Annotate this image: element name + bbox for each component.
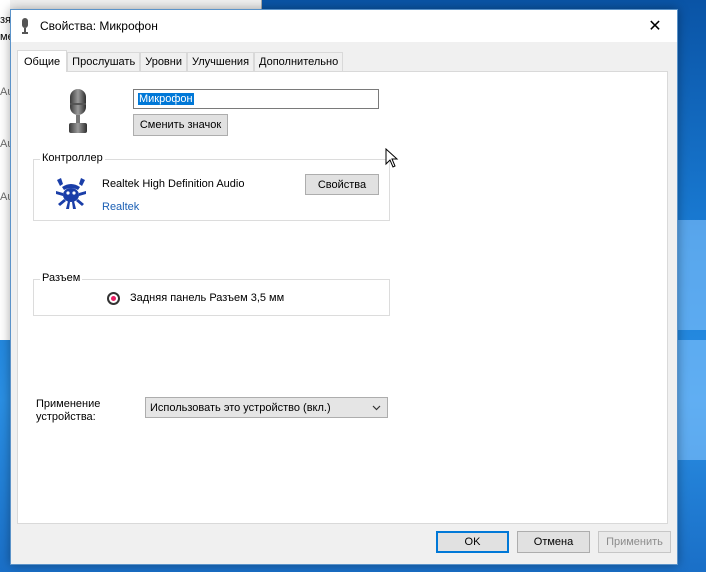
- controller-properties-button[interactable]: Свойства: [305, 174, 379, 195]
- apply-button[interactable]: Применить: [598, 531, 671, 553]
- properties-dialog: Свойства: Микрофон ✕ Общие Прослушать Ур…: [10, 9, 678, 565]
- mouse-cursor-icon: [385, 148, 399, 168]
- jack-label: Задняя панель Разъем 3,5 мм: [130, 292, 285, 304]
- controller-legend: Контроллер: [40, 152, 105, 164]
- tab-strip: Общие Прослушать Уровни Улучшения Дополн…: [17, 50, 344, 72]
- tab-listen[interactable]: Прослушать: [67, 52, 141, 72]
- device-usage-select[interactable]: Использовать это устройство (вкл.): [145, 397, 388, 418]
- change-icon-button[interactable]: Сменить значок: [133, 114, 228, 136]
- chevron-down-icon: [372, 405, 381, 411]
- controller-name: Realtek High Definition Audio: [102, 178, 245, 190]
- controller-group: Контроллер Realtek High Definition Audio…: [33, 152, 390, 221]
- device-name-text: Микрофон: [138, 93, 194, 105]
- device-usage-label: Применение устройства:: [36, 398, 100, 424]
- dialog-title: Свойства: Микрофон: [40, 19, 158, 33]
- tab-levels[interactable]: Уровни: [140, 52, 187, 72]
- device-usage-label-line1: Применение: [36, 398, 101, 410]
- jack-group: Разъем Задняя панель Разъем 3,5 мм: [33, 272, 390, 316]
- close-icon: ✕: [648, 18, 662, 35]
- microphone-icon: [22, 18, 28, 34]
- device-usage-selected: Использовать это устройство (вкл.): [150, 402, 331, 414]
- tab-enhancements[interactable]: Улучшения: [187, 52, 255, 72]
- device-name-input[interactable]: Микрофон: [133, 89, 379, 109]
- controller-vendor-link[interactable]: Realtek: [102, 201, 139, 213]
- jack-legend: Разъем: [40, 272, 83, 284]
- windows-logo-background: [676, 220, 706, 460]
- realtek-crab-icon: [56, 178, 86, 209]
- tab-advanced[interactable]: Дополнительно: [254, 52, 344, 72]
- microphone-icon: [69, 89, 87, 133]
- tab-general[interactable]: Общие: [17, 50, 68, 72]
- jack-color-icon: [107, 292, 120, 305]
- cancel-button[interactable]: Отмена: [517, 531, 590, 553]
- general-tab-panel: Микрофон Сменить значок Контроллер Realt…: [17, 71, 668, 524]
- device-usage-label-line2: устройства:: [36, 411, 96, 423]
- close-button[interactable]: ✕: [633, 10, 677, 42]
- ok-button[interactable]: OK: [436, 531, 509, 553]
- title-bar[interactable]: Свойства: Микрофон ✕: [11, 10, 677, 42]
